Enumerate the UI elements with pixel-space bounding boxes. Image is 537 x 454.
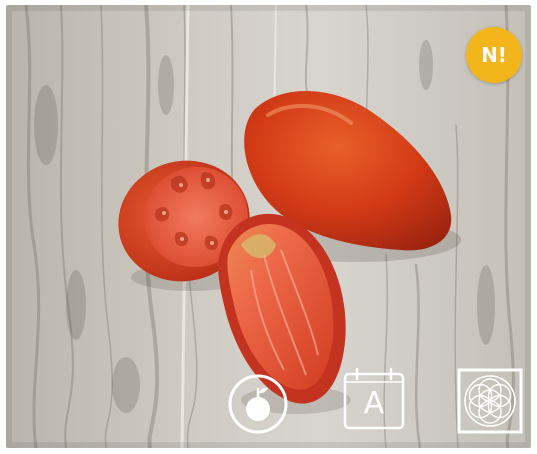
new-badge: N!	[466, 27, 522, 83]
calendar-letter: A	[363, 386, 385, 421]
flower-of-life-icon	[457, 368, 523, 434]
tomato-fruit-icon	[228, 374, 288, 434]
calendar-a-button[interactable]: A	[342, 366, 406, 430]
tomato-fruit-button[interactable]	[228, 374, 288, 434]
flower-of-life-button[interactable]	[457, 368, 523, 434]
